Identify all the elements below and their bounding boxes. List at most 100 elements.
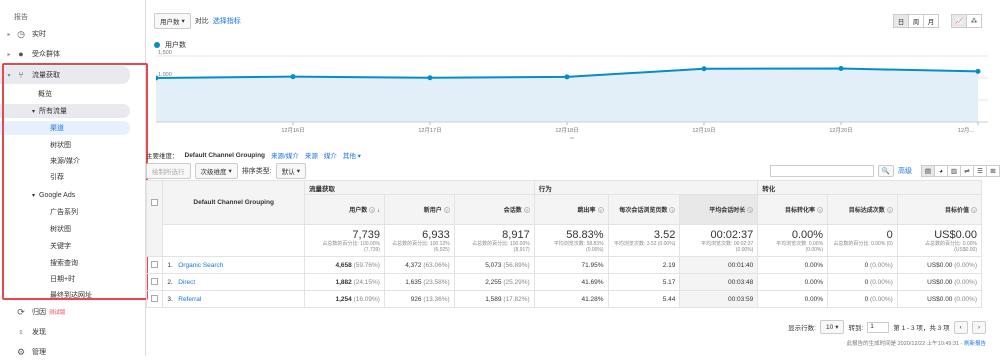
help-icon[interactable]: ? bbox=[597, 207, 604, 214]
search-icon[interactable]: 🔍 bbox=[877, 165, 894, 177]
table-row[interactable]: 2. Direct 1,882 (24.15%) 1,635 (23.58%) 2,2… bbox=[145, 273, 983, 291]
col-users[interactable]: 用户数? ↓ bbox=[303, 194, 385, 225]
row-select-cell bbox=[145, 273, 164, 291]
sidebar-item-discover[interactable]: ♀ 发现 bbox=[0, 324, 146, 340]
sidebar-item-ads-treemap[interactable]: 树状图 bbox=[0, 222, 146, 236]
dimension-other[interactable]: 其他 ▾ bbox=[343, 150, 361, 160]
drag-handle-icon[interactable]: ═ bbox=[569, 136, 575, 142]
cell-avg-session-duration: 00:01:40 bbox=[679, 256, 759, 274]
next-page-icon[interactable]: › bbox=[971, 320, 986, 334]
sort-type-select[interactable]: 默认 ▾ bbox=[275, 163, 306, 179]
help-icon[interactable]: ? bbox=[669, 207, 676, 214]
channel-link[interactable]: Referral bbox=[178, 296, 201, 303]
x-tick-label: 12月16日 bbox=[281, 127, 304, 134]
plot-rows-button[interactable]: 绘制所选行 bbox=[146, 163, 191, 179]
sidebar-item-campaigns[interactable]: 广告系列 bbox=[0, 205, 146, 219]
table-row[interactable]: 3. Referral 1,254 (16.09%) 926 (13.36%) 1,5… bbox=[145, 290, 983, 308]
data-point[interactable] bbox=[427, 75, 433, 81]
help-icon[interactable]: ? bbox=[747, 207, 754, 214]
bar-view-icon[interactable]: ▥ bbox=[947, 165, 961, 177]
sidebar-item-audience[interactable]: ▸ ● 受众群体 bbox=[0, 46, 146, 62]
dimension-medium[interactable]: 媒介 bbox=[324, 150, 337, 160]
metric-select[interactable]: 用户数 ▾ bbox=[154, 13, 191, 29]
dimension-source[interactable]: 来源 bbox=[305, 150, 318, 160]
cell-percent: (0.00%) bbox=[870, 261, 893, 269]
sidebar-item-label: 树状图 bbox=[50, 226, 71, 233]
chevron-down-icon: ▾ bbox=[296, 168, 300, 175]
help-icon[interactable]: ? bbox=[886, 207, 893, 214]
sidebar-item-treemap[interactable]: 树状图 bbox=[0, 138, 146, 152]
table-row[interactable]: 1. Organic Search 4,658 (59.76%) 4,372 (63… bbox=[145, 256, 983, 274]
day-button[interactable]: 日 bbox=[893, 14, 909, 28]
col-pages-per-session[interactable]: 每次会话浏览页数? bbox=[607, 194, 681, 225]
col-sessions[interactable]: 会话数? bbox=[453, 194, 535, 225]
select-metric-link[interactable]: 选择指标 bbox=[213, 16, 241, 26]
data-point[interactable] bbox=[701, 66, 707, 72]
cell-users: 4,658 (59.76%) bbox=[303, 256, 385, 274]
prev-page-icon[interactable]: ‹ bbox=[953, 320, 968, 334]
table-search-input[interactable] bbox=[769, 165, 874, 177]
sidebar-item-google-ads[interactable]: ▾ Google Ads bbox=[0, 188, 146, 202]
help-icon[interactable]: ? bbox=[523, 207, 530, 214]
sidebar-item-overview[interactable]: 概览 bbox=[0, 87, 146, 101]
col-avg-session-duration[interactable]: 平均会话时长? bbox=[679, 194, 759, 225]
refresh-report-link[interactable]: 刷新报告 bbox=[964, 341, 986, 347]
select-all-checkbox[interactable] bbox=[151, 199, 158, 206]
pie-view-icon[interactable]: ◕ bbox=[934, 165, 948, 177]
totals-row: 7,739 占总数的百分比: 100.00% (7,739) 6,933 占总数的百… bbox=[147, 224, 983, 257]
cell-value: 0 bbox=[864, 278, 869, 286]
row-checkbox[interactable] bbox=[151, 277, 159, 285]
table-view-icon[interactable]: ▤ bbox=[921, 165, 935, 177]
line-chart-icon[interactable]: 📈 bbox=[951, 14, 967, 28]
help-icon[interactable]: ? bbox=[443, 207, 450, 214]
col-goal-conversion-rate[interactable]: 目标转化率? bbox=[757, 194, 829, 225]
term-cloud-icon[interactable]: ☰ bbox=[973, 165, 987, 177]
goto-input[interactable]: 1 bbox=[867, 321, 890, 333]
compare-view-icon[interactable]: ⇌ bbox=[960, 165, 974, 177]
cell-users: 1,882 (24.15%) bbox=[303, 273, 385, 291]
sidebar-item-admin[interactable]: ⚙ 管理 bbox=[0, 344, 146, 360]
sidebar-item-label: 实时 bbox=[32, 31, 46, 38]
sidebar-item-attribution[interactable]: ⟳ 归因 测试版 bbox=[0, 304, 146, 320]
secondary-dimension-label: 次级维度 bbox=[200, 169, 227, 176]
month-button[interactable]: 月 bbox=[923, 14, 939, 28]
col-goal-completions[interactable]: 目标达成次数? bbox=[827, 194, 898, 225]
data-point[interactable] bbox=[564, 74, 570, 80]
col-goal-value[interactable]: 目标价值? bbox=[896, 194, 983, 225]
help-icon[interactable]: ? bbox=[369, 207, 376, 214]
metric-select-label: 用户数 bbox=[160, 19, 180, 26]
help-icon[interactable]: ? bbox=[971, 207, 977, 214]
channel-link[interactable]: Organic Search bbox=[178, 262, 223, 269]
week-button[interactable]: 周 bbox=[908, 14, 924, 28]
dimension-source-medium[interactable]: 来源/媒介 bbox=[271, 150, 299, 160]
row-checkbox[interactable] bbox=[151, 294, 159, 302]
advanced-link[interactable]: 高级 bbox=[898, 166, 912, 176]
sidebar-item-keywords[interactable]: 关键字 bbox=[0, 239, 146, 253]
sidebar-item-label: 渠道 bbox=[50, 125, 64, 132]
row-checkbox[interactable] bbox=[151, 260, 159, 268]
sidebar-item-day-hour[interactable]: 日期+时 bbox=[0, 272, 146, 286]
pivot-view-icon[interactable]: ⊞ bbox=[986, 165, 1000, 177]
cell-sessions: 2,255 (25.29%) bbox=[453, 273, 535, 291]
sidebar-item-all-traffic[interactable]: ▾ 所有流量 bbox=[0, 104, 130, 118]
sidebar-item-final-urls[interactable]: 最终到达网址 bbox=[0, 288, 146, 302]
sidebar-item-acquisition[interactable]: ▾ ⑂ 流量获取 bbox=[0, 66, 130, 84]
first-column-header[interactable]: Default Channel Grouping bbox=[162, 180, 305, 225]
sidebar-item-referrals[interactable]: 引荐 bbox=[0, 170, 146, 184]
secondary-dimension-select[interactable]: 次级维度 ▾ bbox=[194, 163, 238, 179]
data-point[interactable] bbox=[838, 66, 844, 72]
col-new-users[interactable]: 新用户? bbox=[383, 194, 455, 225]
sidebar-item-channels[interactable]: 渠道 bbox=[0, 121, 130, 135]
motion-chart-icon[interactable]: ⁂ bbox=[966, 14, 982, 28]
total-value: 00:02:37 bbox=[710, 229, 754, 241]
rows-per-page-select[interactable]: 10 ▾ bbox=[819, 320, 845, 334]
col-bounce-rate[interactable]: 跳出率? bbox=[533, 194, 609, 225]
sidebar-item-realtime[interactable]: ▸ ◷ 实时 bbox=[0, 26, 146, 42]
channel-link[interactable]: Direct bbox=[178, 279, 195, 286]
data-point[interactable] bbox=[975, 68, 981, 74]
help-icon[interactable]: ? bbox=[817, 207, 824, 214]
sidebar-item-source-medium[interactable]: 来源/媒介 bbox=[0, 154, 146, 168]
data-point[interactable] bbox=[290, 74, 296, 80]
sidebar-item-search-queries[interactable]: 搜索查询 bbox=[0, 256, 146, 270]
total-value: 6,933 bbox=[422, 229, 450, 241]
